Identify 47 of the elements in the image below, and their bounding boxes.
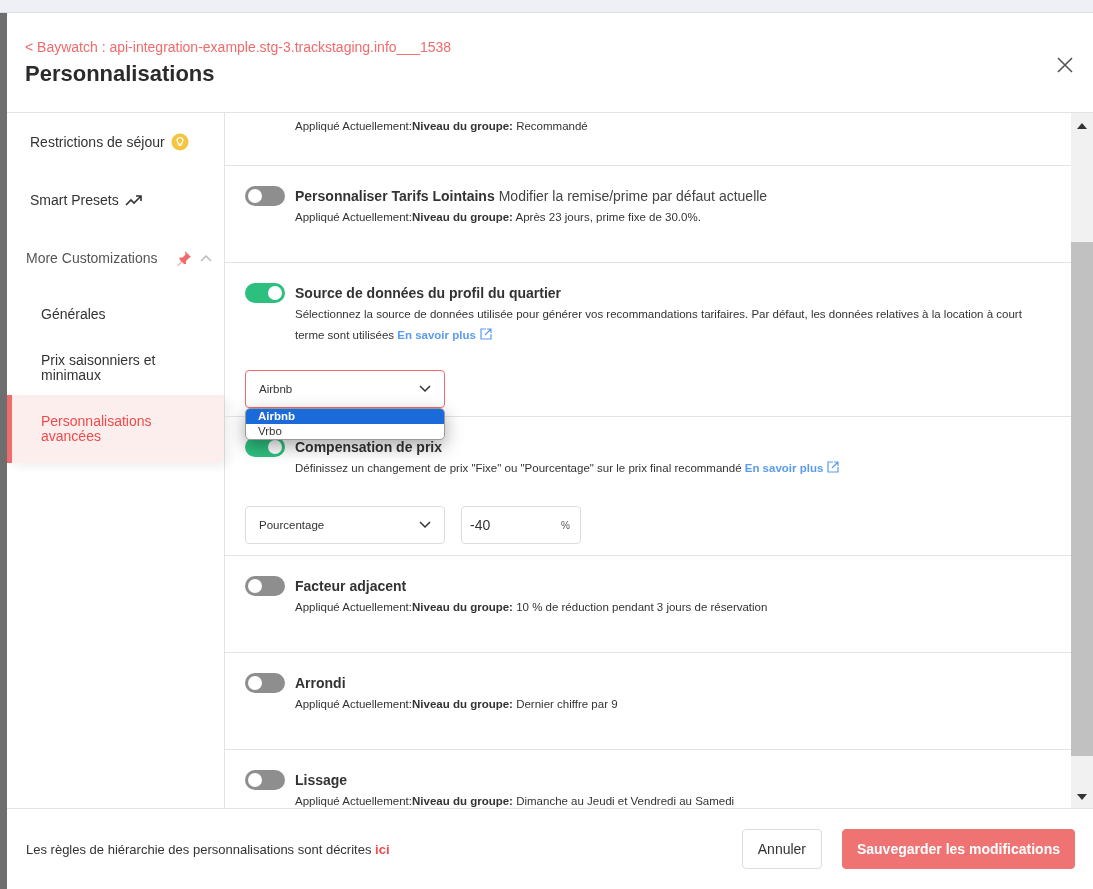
arrow-down-icon	[1077, 794, 1087, 800]
trend-icon	[124, 192, 143, 208]
toggle-switch[interactable]	[245, 673, 285, 693]
setting-title: Arrondi	[295, 675, 346, 691]
sidebar-item[interactable]: Prix saisonniers et minimaux	[7, 341, 224, 395]
dropdown-field[interactable]: Pourcentage	[245, 506, 445, 544]
applied-value-text: Appliqué Actuellement:Niveau du groupe: Dernier chiffre par 9	[295, 697, 619, 712]
applied-value-text: Appliqué Actuellement:Niveau du groupe: Après 23 jours, prime fixe de 30.0%.	[295, 210, 702, 225]
dropdown-option[interactable]: Airbnb	[246, 409, 444, 424]
chevron-up-icon	[200, 254, 212, 262]
toggle-switch[interactable]	[245, 283, 285, 303]
arrow-up-icon	[1077, 123, 1087, 129]
external-link-icon	[479, 328, 492, 340]
dropdown-option[interactable]: Vrbo	[246, 424, 444, 439]
setting-title: Lissage	[295, 772, 348, 788]
close-icon	[1057, 57, 1073, 73]
toggle-switch[interactable]	[245, 186, 285, 206]
toggle-switch[interactable]	[245, 770, 285, 790]
setting-title: Source de données du profil du quartier	[295, 285, 562, 301]
footer-note: Les règles de hiérarchie des personnalisations sont décrites ici	[26, 841, 390, 857]
chevron-down-icon	[419, 385, 431, 393]
hierarchy-link[interactable]: ici	[375, 841, 390, 857]
applied-value-text: Appliqué Actuellement:Niveau du groupe: Dimanche au Jeudi et Vendredi au Samedi	[295, 794, 736, 808]
setting-description: Définissez un changement de prix "Fixe" ou "Pourcentage" sur le prix final recommandé En savoir plus	[295, 458, 1051, 479]
setting-subtitle: Modifier la remise/prime par défaut actuelle	[498, 188, 768, 204]
setting-description: Sélectionnez la source de données utilisée pour générer vos recommandations tarifaires. Par défaut, les données relatives à la location à court terme sont utilisées En savoir plus	[295, 307, 1023, 343]
external-link-icon	[827, 461, 840, 473]
sidebar-item[interactable]: Générales	[7, 287, 224, 341]
setting-title: Facteur adjacent	[295, 578, 407, 594]
dialog-title: Personnalisations	[25, 61, 216, 87]
unit-label: %	[561, 519, 570, 531]
applied-value-text: Appliqué Actuellement:Niveau du groupe: 10 % de réduction pendant 3 jours de réservation	[295, 600, 769, 615]
sidebar-item[interactable]: More Customizations	[7, 229, 224, 287]
scrollbar[interactable]	[1071, 113, 1093, 808]
toggle-switch[interactable]	[245, 576, 285, 596]
sidebar-item[interactable]: Restrictions de séjour	[7, 113, 224, 171]
sidebar-item[interactable]: Smart Presets	[7, 171, 224, 229]
cancel-button[interactable]: Annuler	[741, 829, 822, 869]
scrollbar-thumb[interactable]	[1071, 242, 1093, 756]
dropdown-field[interactable]: Airbnb	[245, 370, 445, 408]
chevron-down-icon	[419, 521, 431, 529]
pin-icon	[177, 249, 192, 267]
setting-title: Compensation de prix	[295, 439, 443, 455]
setting-title: Personnaliser Tarifs Lointains	[295, 188, 495, 204]
bulb-icon	[170, 133, 189, 151]
applied-value-text: Appliqué Actuellement:Niveau du groupe: Recommandé	[295, 119, 589, 134]
number-input[interactable]: -40 %	[461, 506, 581, 544]
